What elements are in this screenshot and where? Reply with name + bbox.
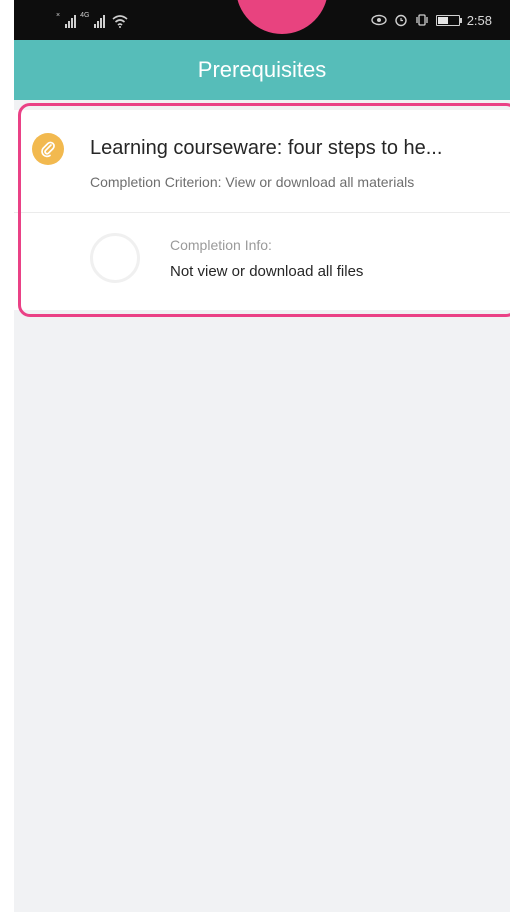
no-signal-bars-icon bbox=[65, 15, 77, 28]
no-signal-icon: × bbox=[56, 12, 61, 19]
eye-icon bbox=[370, 14, 387, 26]
wifi-icon bbox=[112, 15, 128, 28]
app-screen: × 4G 2:58 Prerequisites Learning coursew… bbox=[14, 0, 510, 912]
status-right: 2:58 bbox=[370, 12, 492, 28]
battery-icon bbox=[435, 14, 462, 26]
alarm-icon bbox=[394, 14, 407, 27]
signal-4g-icon bbox=[94, 15, 106, 28]
status-time: 2:58 bbox=[466, 12, 492, 28]
status-left: × 4G bbox=[56, 12, 128, 28]
signal-4g-label-icon: 4G bbox=[80, 12, 90, 19]
highlight-outline bbox=[18, 103, 510, 317]
page-title: Prerequisites bbox=[14, 40, 510, 100]
vibrate-icon bbox=[416, 14, 428, 26]
